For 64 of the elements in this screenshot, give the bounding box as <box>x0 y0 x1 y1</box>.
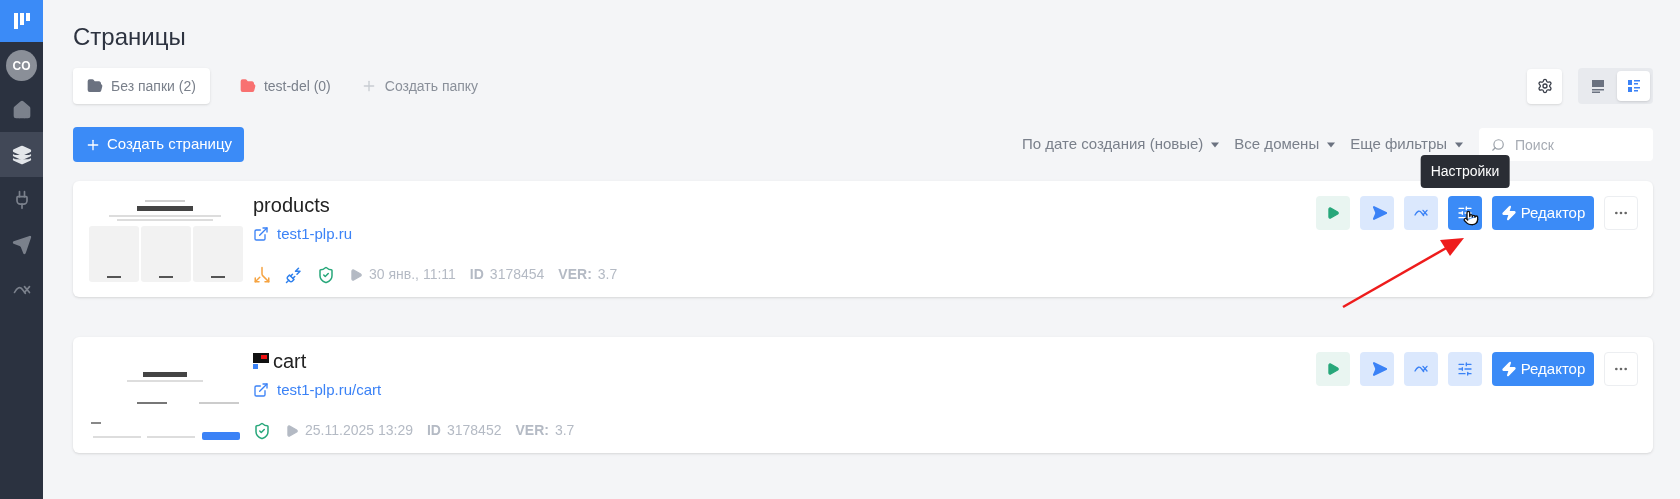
page-link[interactable]: test1-plp.ru/cart <box>253 379 575 402</box>
page-name[interactable]: cart <box>273 349 307 373</box>
external-link-icon <box>253 226 269 243</box>
stats-button[interactable] <box>1404 352 1438 386</box>
send-button[interactable] <box>1360 352 1394 386</box>
preview-button[interactable] <box>1316 196 1350 230</box>
settings-button[interactable] <box>1527 68 1562 104</box>
search-icon <box>1491 138 1505 152</box>
logo-icon <box>12 12 31 30</box>
card-view-icon <box>1589 78 1606 94</box>
play-icon <box>1326 206 1340 220</box>
preview-button[interactable] <box>1316 352 1350 386</box>
search-field[interactable]: Поиск <box>1479 128 1653 161</box>
send-icon <box>11 234 32 255</box>
view-mode-button[interactable] <box>1617 71 1650 101</box>
page-url[interactable]: test1-plp.ru <box>277 223 353 246</box>
folder-tab[interactable]: test-del (0) <box>225 68 345 104</box>
page-id: 3178452 <box>446 421 502 440</box>
settings-icon <box>1536 78 1553 94</box>
page-date: 25.11.2025 13:29 <box>305 421 413 440</box>
page-version: 3.7 <box>554 421 575 440</box>
filter-dropdown[interactable]: По дате создания (новые) <box>1021 133 1220 156</box>
lightning-icon <box>1500 361 1517 377</box>
page-date: 30 янв., 11:11 <box>369 265 456 284</box>
send-button[interactable] <box>1360 196 1394 230</box>
sidebar-item[interactable] <box>0 132 43 177</box>
hand-cursor-icon <box>1463 210 1479 226</box>
caret-icon <box>1455 141 1463 148</box>
page-title: Страницы <box>73 22 187 52</box>
page-name[interactable]: products <box>253 193 330 217</box>
page-link[interactable]: test1-plp.ru <box>253 223 618 246</box>
external-link-icon <box>253 382 269 399</box>
page-id: 3178454 <box>489 265 545 284</box>
home-icon <box>11 99 32 120</box>
play-icon <box>1326 362 1340 376</box>
stats-button[interactable] <box>1404 196 1438 230</box>
version-label: VER: <box>515 421 549 440</box>
split-icon <box>253 265 271 284</box>
id-label: ID <box>426 421 441 440</box>
plug-icon <box>285 265 303 284</box>
editor-button[interactable]: Редактор <box>1492 352 1594 386</box>
create-folder-button[interactable]: Создать папку <box>360 75 479 97</box>
filter-dropdown[interactable]: Еще фильтры <box>1350 133 1463 156</box>
shield-check-icon <box>317 265 335 284</box>
page-url[interactable]: test1-plp.ru/cart <box>277 379 382 402</box>
play-icon <box>349 267 363 282</box>
list-view-icon <box>1625 78 1642 94</box>
editor-button[interactable]: Редактор <box>1492 196 1594 230</box>
create-page-button[interactable]: Создать страницу <box>73 127 244 162</box>
caret-icon <box>1327 141 1336 148</box>
logo[interactable] <box>0 0 43 42</box>
page-version: 3.7 <box>597 265 618 284</box>
shield-check-icon <box>253 421 271 440</box>
caret-icon <box>1211 141 1220 148</box>
avatar[interactable]: CO <box>6 50 37 81</box>
lightning-icon <box>1500 205 1517 221</box>
layers-icon <box>11 144 32 165</box>
filter-dropdown[interactable]: Все домены <box>1234 133 1336 156</box>
version-label: VER: <box>558 265 592 284</box>
sliders-icon <box>1457 361 1473 377</box>
folder-tab[interactable]: Без папки (2) <box>73 68 210 104</box>
tooltip: Настройки <box>1420 155 1510 188</box>
id-label: ID <box>469 265 484 284</box>
play-icon <box>285 423 299 438</box>
